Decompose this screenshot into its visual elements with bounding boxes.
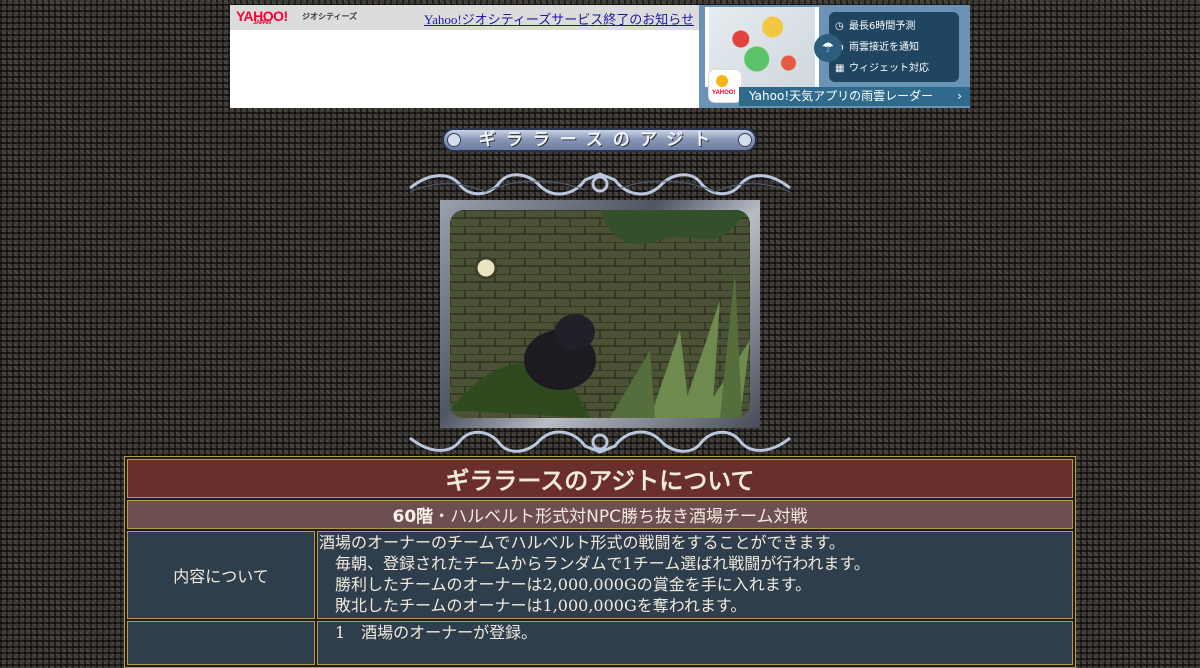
geocities-banner: YAHOO! JAPAN ジオシティーズ Yahoo!ジオシティーズサービス終了… (230, 5, 700, 108)
ornament-bottom-image (409, 430, 791, 454)
weather-app-ad[interactable]: ◷ 最長6時間予測 ● 雨雲接近を通知 ▦ ウィジェット対応 ☂ Yahoo!天… (699, 5, 970, 108)
info-subheading: 60階・ハルベルト形式対NPC勝ち抜き酒場チーム対戦 (127, 500, 1073, 529)
content-line: 敗北したチームのオーナーは1,000,000Gを奪われます。 (335, 596, 747, 615)
ad-feature-panel: ◷ 最長6時間予測 ● 雨雲接近を通知 ▦ ウィジェット対応 (829, 12, 959, 82)
content-line: 毎朝、登録されたチームからランダムで1チーム選ばれ戦闘が行われます。 (335, 554, 870, 573)
geocities-strip: YAHOO! JAPAN ジオシティーズ Yahoo!ジオシティーズサービス終了… (230, 5, 700, 30)
title-cap-left (447, 133, 461, 147)
row-content-description: 酒場のオーナーのチームでハルベルト形式の戦闘をすることができます。 毎朝、登録さ… (317, 531, 1073, 619)
row-label-steps (127, 621, 315, 665)
row-label-content: 内容について (127, 531, 315, 619)
ad-footer[interactable]: Yahoo!天気アプリの雨雲レーダー › (739, 87, 970, 106)
hideout-picture (450, 210, 750, 418)
rain-cloud-icon: ☂ (814, 34, 842, 62)
weather-app-icon (708, 69, 742, 103)
ad-feature-forecast: ◷ 最長6時間予測 (829, 16, 959, 37)
widget-icon: ▦ (835, 63, 845, 74)
info-heading: ギララースのアジトについて (127, 459, 1073, 498)
yahoo-logo[interactable]: YAHOO! JAPAN (236, 8, 288, 26)
floor-label: 60階 (392, 507, 434, 527)
ad-feature-notify: ● 雨雲接近を通知 (829, 37, 959, 58)
step-line: 1 酒場のオーナーが登録。 (335, 623, 538, 642)
ad-feature-widget: ▦ ウィジェット対応 (829, 58, 959, 79)
hideout-picture-frame (440, 200, 760, 428)
chevron-right-icon: › (957, 89, 962, 103)
service-end-notice-link[interactable]: Yahoo!ジオシティーズサービス終了のお知らせ (424, 9, 694, 28)
row-steps: 1 酒場のオーナーが登録。 (317, 621, 1073, 665)
title-cap-right (738, 133, 752, 147)
ornament-top-image (409, 172, 791, 196)
clock-icon: ◷ (835, 21, 844, 32)
content-line: 勝利したチームのオーナーは2,000,000Gの賞金を手に入れます。 (335, 575, 812, 594)
content-line: 酒場のオーナーのチームでハルベルト形式の戦闘をすることができます。 (319, 533, 845, 552)
geocities-name: ジオシティーズ (302, 12, 358, 21)
page-title: ギララースのアジト (442, 128, 757, 152)
hideout-info-table: ギララースのアジトについて 60階・ハルベルト形式対NPC勝ち抜き酒場チーム対戦… (124, 456, 1076, 668)
